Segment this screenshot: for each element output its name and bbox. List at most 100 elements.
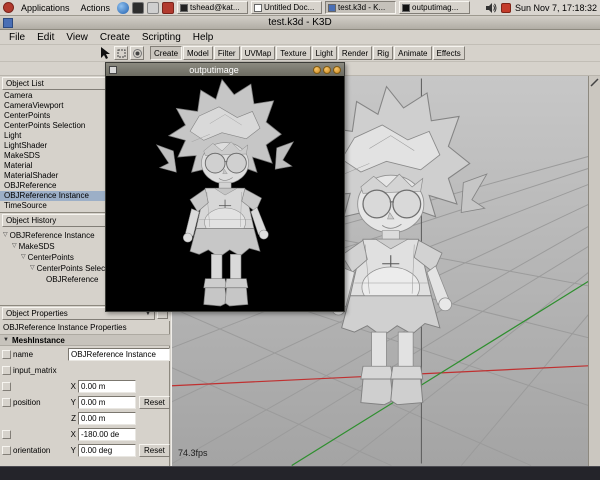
orientation-y-input[interactable] [78, 444, 136, 457]
taskbar-item-label: tshead@kat... [190, 3, 239, 12]
snap-toggle-icon[interactable] [130, 46, 144, 60]
tab-filter[interactable]: Filter [214, 46, 240, 60]
menu-scripting[interactable]: Scripting [137, 32, 186, 43]
property-label: name [13, 350, 68, 359]
actions-menu[interactable]: Actions [77, 3, 115, 13]
channel-button[interactable] [2, 430, 11, 439]
tab-model[interactable]: Model [183, 46, 213, 60]
pointer-tool-icon[interactable] [98, 46, 112, 60]
right-panel-strip[interactable] [588, 76, 600, 466]
position-reset-button[interactable]: Reset [139, 396, 170, 409]
channel-button[interactable] [2, 382, 11, 391]
axis-label: Y [68, 398, 76, 407]
maximize-button[interactable] [323, 66, 331, 74]
rendered-image [106, 76, 344, 311]
browser-launcher-icon[interactable] [117, 2, 129, 14]
desktop: Applications Actions tshead@kat... Untit… [0, 0, 600, 480]
taskbar-item-label: outputimag... [412, 3, 458, 12]
object-properties-panel: Object Properties ▼ OBJReference Instanc… [0, 306, 170, 466]
position-z-row: Z [0, 410, 170, 426]
properties-title: OBJReference Instance Properties [0, 321, 170, 334]
editor-launcher-icon[interactable] [147, 2, 159, 14]
menu-file[interactable]: File [4, 32, 30, 43]
axis-label: X [68, 382, 76, 391]
minimize-button[interactable] [313, 66, 321, 74]
orientation-reset-button[interactable]: Reset [139, 444, 170, 457]
orientation-x-row: X [0, 426, 170, 442]
tree-node-label: OBJReference [46, 274, 98, 285]
property-label: orientation [13, 446, 68, 455]
position-x-row: X [0, 378, 170, 394]
position-x-input[interactable] [78, 380, 136, 393]
menubar: File Edit View Create Scripting Help [0, 30, 600, 45]
image-window-icon [402, 4, 410, 12]
applications-menu-icon [3, 2, 14, 13]
outputimage-titlebar[interactable]: outputimage [106, 63, 344, 76]
channel-button[interactable] [2, 350, 11, 359]
name-row: name [0, 346, 170, 362]
orientation-y-row: orientation Y Reset [0, 442, 170, 458]
mesh-instance-section[interactable]: ▼ MeshInstance [0, 334, 170, 346]
expander-icon[interactable]: ▽ [21, 252, 26, 263]
orientation-x-input[interactable] [78, 428, 136, 441]
k3d-window-icon [328, 4, 336, 12]
channel-button[interactable] [2, 398, 11, 407]
tab-create[interactable]: Create [150, 46, 182, 60]
tree-node-label: OBJReference Instance [10, 230, 95, 241]
position-y-row: position Y Reset [0, 394, 170, 410]
applications-menu[interactable]: Applications [17, 3, 74, 13]
menu-help[interactable]: Help [188, 32, 219, 43]
gnome-panel: Applications Actions tshead@kat... Untit… [0, 0, 600, 16]
fps-counter: 74.3fps [178, 448, 208, 458]
property-label: position [13, 398, 68, 407]
close-button[interactable] [333, 66, 341, 74]
position-y-input[interactable] [78, 396, 136, 409]
tab-light[interactable]: Light [312, 46, 337, 60]
tab-effects[interactable]: Effects [433, 46, 465, 60]
screenshot-launcher-icon[interactable] [162, 2, 174, 14]
axis-label: Y [68, 446, 76, 455]
taskbar-item-terminal[interactable]: tshead@kat... [177, 1, 248, 14]
expander-icon[interactable]: ▽ [12, 241, 17, 252]
notification-icon[interactable] [501, 3, 511, 13]
expander-icon[interactable]: ▽ [30, 263, 35, 274]
document-window-icon [254, 4, 262, 12]
panel-selector-label: Object Properties [6, 309, 68, 318]
tab-render[interactable]: Render [338, 46, 372, 60]
terminal-launcher-icon[interactable] [132, 2, 144, 14]
channel-button[interactable] [2, 446, 11, 455]
menu-create[interactable]: Create [95, 32, 135, 43]
tree-node-label: CenterPoints [28, 252, 74, 263]
panel-clock[interactable]: Sun Nov 7, 17:18:32 [515, 3, 597, 13]
select-mode-icon[interactable] [114, 46, 128, 60]
expander-icon[interactable]: ▽ [3, 230, 8, 241]
panel-handle-icon[interactable] [590, 78, 599, 87]
tab-animate[interactable]: Animate [394, 46, 431, 60]
taskbar-item-k3d[interactable]: test.k3d - K... [325, 1, 396, 14]
speaker-icon[interactable] [485, 3, 497, 13]
axis-label: Z [68, 414, 76, 423]
section-label: MeshInstance [12, 336, 65, 345]
taskbar-item-label: Untitled Doc... [264, 3, 314, 12]
outputimage-window[interactable]: outputimage [105, 62, 345, 312]
channel-button[interactable] [2, 366, 11, 375]
taskbar-item-outputimage[interactable]: outputimag... [399, 1, 470, 14]
output-window-icon [109, 66, 117, 74]
tab-strip: Create Model Filter UVMap Texture Light … [150, 46, 465, 60]
status-bar [0, 466, 600, 480]
tab-texture[interactable]: Texture [276, 46, 310, 60]
axis-label: X [68, 430, 76, 439]
name-input[interactable] [68, 348, 170, 361]
menu-view[interactable]: View [61, 32, 93, 43]
tab-rig[interactable]: Rig [373, 46, 393, 60]
window-titlebar[interactable]: test.k3d - K3D [0, 16, 600, 30]
position-z-input[interactable] [78, 412, 136, 425]
window-title: test.k3d - K3D [268, 17, 331, 28]
tab-uvmap[interactable]: UVMap [241, 46, 276, 60]
panel-selector-label: Object History [6, 216, 56, 225]
section-arrow-icon: ▼ [3, 337, 9, 343]
taskbar-item-document[interactable]: Untitled Doc... [251, 1, 322, 14]
taskbar-item-label: test.k3d - K... [338, 3, 385, 12]
output-window-title: outputimage [117, 65, 311, 75]
menu-edit[interactable]: Edit [32, 32, 59, 43]
